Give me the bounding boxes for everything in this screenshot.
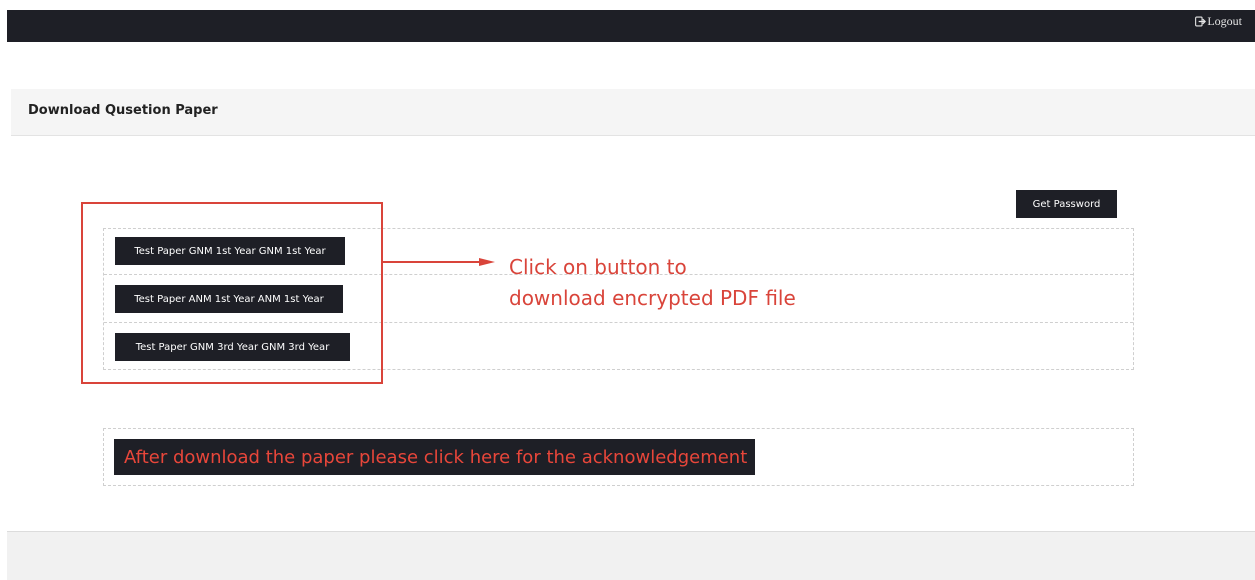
page-footer <box>7 531 1255 580</box>
logout-icon <box>1195 16 1207 27</box>
get-password-button[interactable]: Get Password <box>1016 190 1117 218</box>
top-navbar: Logout <box>7 10 1255 42</box>
annotation-highlight-box <box>81 202 383 384</box>
panel-heading: Download Qusetion Paper <box>11 89 1255 136</box>
annotation-text: Click on button to download encrypted PD… <box>509 252 796 314</box>
logout-link[interactable]: Logout <box>1195 14 1242 29</box>
logout-label: Logout <box>1207 14 1242 28</box>
page-title: Download Qusetion Paper <box>28 103 218 118</box>
annotation-arrow-icon <box>383 258 495 266</box>
annotation-line-1: Click on button to <box>509 255 687 279</box>
annotation-line-2: download encrypted PDF file <box>509 286 796 310</box>
acknowledgement-button[interactable]: After download the paper please click he… <box>114 439 755 475</box>
